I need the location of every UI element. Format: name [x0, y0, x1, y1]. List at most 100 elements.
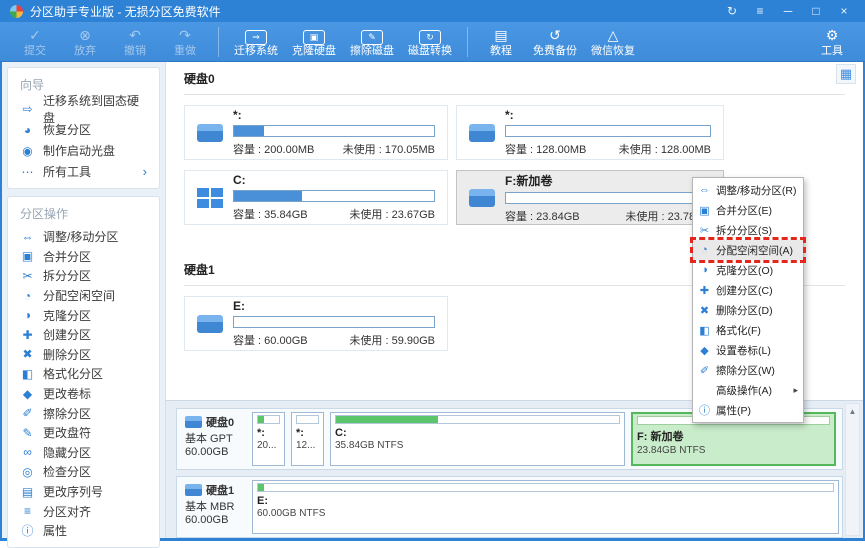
menu-item-allocate-free-space[interactable]: ◔ 分配空闲空间(A) — [693, 240, 803, 260]
discard-button[interactable]: ⊗ 放弃 — [60, 26, 110, 57]
sidebar-item-partition-alignment[interactable]: ≡ 分区对齐 — [8, 501, 159, 521]
usage-bar — [233, 316, 435, 328]
sidebar-item-format-partition[interactable]: ◧ 格式化分区 — [8, 364, 159, 384]
usage-bar — [257, 415, 280, 424]
disk-icon — [185, 416, 202, 428]
migrate-disk-icon: ⇨ — [20, 102, 35, 116]
sidebar-item-properties[interactable]: ⓘ 属性 — [8, 521, 159, 541]
partition-card-c[interactable]: C: 容量 : 35.84GB 未使用 : 23.67GB — [184, 170, 448, 225]
menu-icon[interactable]: ≡ — [749, 4, 771, 18]
drive-icon — [469, 189, 495, 207]
tag-icon: ◆ — [20, 387, 35, 401]
menu-item-format-partition[interactable]: ◧ 格式化(F) — [693, 320, 803, 340]
sidebar-item-hide-partition[interactable]: ∞ 隐藏分区 — [8, 443, 159, 463]
partition-card-e[interactable]: E: 容量 : 60.00GB 未使用 : 59.90GB — [184, 296, 448, 351]
tutorial-button[interactable]: ▤ 教程 — [476, 26, 526, 57]
unused-label: 未使用 : 59.90GB — [349, 332, 435, 348]
menu-item-delete-partition[interactable]: ✖ 删除分区(D) — [693, 300, 803, 320]
sidebar-item-make-bootable-media[interactable]: ◉ 制作启动光盘 — [8, 140, 159, 161]
wrench-icon: ⚙ — [809, 26, 855, 45]
sidebar-item-change-serial-number[interactable]: ▤ 更改序列号 — [8, 482, 159, 502]
recover-pie-icon: ◕ — [20, 123, 35, 137]
menu-item-resize-move-partition[interactable]: ⇔ 调整/移动分区(R) — [693, 180, 803, 200]
sidebar-item-change-label[interactable]: ◆ 更改卷标 — [8, 384, 159, 404]
sidebar: 向导 ⇨ 迁移系统到固态硬盘 ◕ 恢复分区 ◉ 制作启动光盘 ⋯ 所有工具 › … — [2, 62, 165, 538]
undo-icon: ↶ — [110, 26, 160, 45]
sidebar-item-merge-partition[interactable]: ▣ 合并分区 — [8, 247, 159, 267]
cancel-circle-icon: ⊗ — [60, 26, 110, 45]
disk0-info[interactable]: 硬盘0 基本 GPT 60.00GB — [177, 409, 249, 469]
disk-scheme: 基本 MBR — [185, 498, 245, 514]
sidebar-item-wipe-partition[interactable]: ✐ 擦除分区 — [8, 403, 159, 423]
redo-button[interactable]: ↷ 重做 — [160, 26, 210, 57]
menu-item-create-partition[interactable]: ✚ 创建分区(C) — [693, 280, 803, 300]
convert-disk-button[interactable]: ↻ 磁盘转换 — [401, 26, 459, 57]
info-icon: ⓘ — [20, 522, 35, 539]
partition-block-star-128mb[interactable]: *: 12... — [291, 412, 324, 466]
unused-label: 未使用 : 170.05MB — [343, 141, 435, 157]
minimize-button[interactable]: ─ — [777, 4, 799, 18]
commit-button[interactable]: ✓ 提交 — [10, 26, 60, 57]
menu-item-wipe-partition[interactable]: ✐ 擦除分区(W) — [693, 360, 803, 380]
sidebar-item-clone-partition[interactable]: ◑ 克隆分区 — [8, 305, 159, 325]
partition-card-f-selected[interactable]: F:新加卷 容量 : 23.84GB 未使用 : 23.78GB — [456, 170, 724, 225]
trash-icon: ✖ — [698, 304, 711, 317]
align-icon: ≡ — [20, 504, 35, 518]
sidebar-item-migrate-os-to-ssd[interactable]: ⇨ 迁移系统到固态硬盘 — [8, 98, 159, 119]
sidebar-item-delete-partition[interactable]: ✖ 删除分区 — [8, 345, 159, 365]
submenu-arrow-icon: ▸ — [793, 385, 798, 396]
partition-block-e[interactable]: E: 60.00GB NTFS — [252, 480, 839, 534]
info-icon: ⓘ — [698, 402, 711, 418]
wechat-recovery-button[interactable]: △ 微信恢复 — [584, 26, 642, 57]
free-backup-button[interactable]: ↺ 免费备份 — [526, 26, 584, 57]
broom-icon: ✐ — [698, 364, 711, 377]
undo-button[interactable]: ↶ 撤销 — [110, 26, 160, 57]
sidebar-item-create-partition[interactable]: ✚ 创建分区 — [8, 325, 159, 345]
capacity-label: 容量 : 23.84GB — [505, 208, 580, 224]
migrate-os-button[interactable]: ⇒ 迁移系统 — [227, 26, 285, 57]
sidebar-item-split-partition[interactable]: ✂ 拆分分区 — [8, 266, 159, 286]
menu-item-clone-partition[interactable]: ◑ 克隆分区(O) — [693, 260, 803, 280]
chevron-right-icon: › — [143, 164, 147, 179]
broom-icon: ✐ — [20, 406, 35, 420]
partition-block-star-200mb[interactable]: *: 20... — [252, 412, 285, 466]
disk-icon — [185, 484, 202, 496]
allocate-space-icon: ◔ — [698, 244, 711, 256]
all-tools-icon: ⋯ — [20, 165, 35, 179]
partition-card-star-128mb[interactable]: *: 容量 : 128.00MB 未使用 : 128.00MB — [456, 105, 724, 160]
disk-size: 60.00GB — [185, 446, 245, 458]
disk-scheme: 基本 GPT — [185, 430, 245, 446]
unused-label: 未使用 : 23.67GB — [349, 206, 435, 222]
maximize-button[interactable]: □ — [805, 4, 827, 18]
split-icon: ✂ — [698, 224, 711, 237]
menu-item-set-label[interactable]: ◆ 设置卷标(L) — [693, 340, 803, 360]
partition-block-c[interactable]: C: 35.84GB NTFS — [330, 412, 625, 466]
pencil-icon: ✎ — [20, 426, 35, 440]
wipe-disk-button[interactable]: ✎ 擦除磁盘 — [343, 26, 401, 57]
bootable-disc-icon: ◉ — [20, 144, 35, 158]
view-mode-toggle-button[interactable]: ▦ — [836, 64, 856, 84]
menu-item-split-partition[interactable]: ✂ 拆分分区(S) — [693, 220, 803, 240]
scroll-up-arrow-icon[interactable]: ▲ — [846, 404, 859, 416]
menu-item-merge-partition[interactable]: ▣ 合并分区(E) — [693, 200, 803, 220]
sidebar-item-check-partition[interactable]: ◎ 检查分区 — [8, 462, 159, 482]
title-bar: 分区助手专业版 - 无损分区免费软件 ↻ ≡ ─ □ × — [0, 0, 865, 22]
capacity-label: 容量 : 128.00MB — [505, 141, 586, 157]
sidebar-item-resize-move-partition[interactable]: ⇔ 调整/移动分区 — [8, 227, 159, 247]
sidebar-item-allocate-free-space[interactable]: ◔ 分配空闲空间 — [8, 286, 159, 306]
grid-view-icon: ▦ — [840, 66, 852, 81]
create-icon: ✚ — [698, 284, 711, 297]
menu-item-advanced-operations[interactable]: 高级操作(A) ▸ — [693, 380, 803, 400]
usage-bar — [505, 125, 711, 137]
tools-button[interactable]: ⚙ 工具 — [809, 26, 855, 57]
menu-item-properties[interactable]: ⓘ 属性(P) — [693, 400, 803, 420]
refresh-icon[interactable]: ↻ — [721, 4, 743, 18]
scrollbar[interactable]: ▲ — [845, 403, 860, 536]
close-button[interactable]: × — [833, 4, 855, 18]
clone-disk-button[interactable]: ▣ 克隆硬盘 — [285, 26, 343, 57]
sidebar-item-change-drive-letter[interactable]: ✎ 更改盘符 — [8, 423, 159, 443]
partition-card-star-200mb[interactable]: *: 容量 : 200.00MB 未使用 : 170.05MB — [184, 105, 448, 160]
tag-icon: ◆ — [698, 344, 711, 357]
disk1-info[interactable]: 硬盘1 基本 MBR 60.00GB — [177, 477, 249, 537]
sidebar-item-all-tools[interactable]: ⋯ 所有工具 › — [8, 161, 159, 182]
